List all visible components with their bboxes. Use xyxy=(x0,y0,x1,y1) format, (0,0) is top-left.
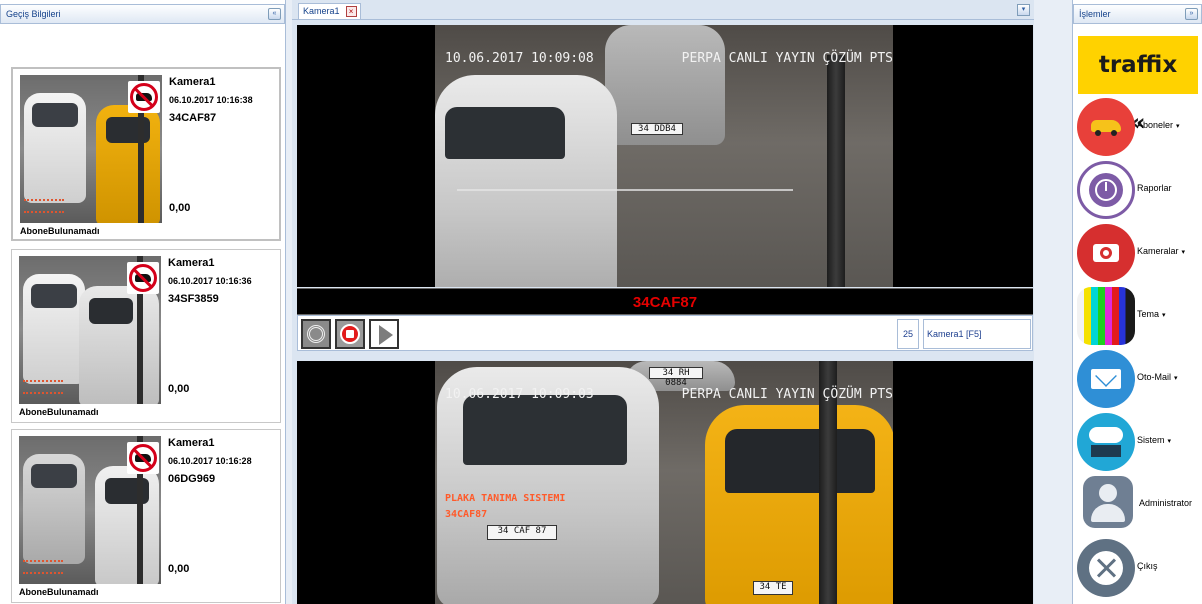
record-status: AboneBulunamadı xyxy=(19,407,99,417)
passage-record[interactable]: Kamera1 06.10.2017 10:16:36 34SF3859 0,0… xyxy=(11,249,281,423)
record-plate: 34SF3859 xyxy=(168,293,219,305)
menu-label: Aboneler xyxy=(1137,120,1174,130)
car-icon xyxy=(1077,98,1135,156)
record-camera: Kamera1 xyxy=(168,257,215,269)
camera-label-display: Kamera1 [F5] xyxy=(923,319,1031,349)
chevron-down-icon: ▾ xyxy=(1167,438,1172,445)
plate-yellow-bottom: 34 TE xyxy=(753,581,793,595)
chevron-down-icon: ▾ xyxy=(1181,249,1186,256)
camera-view-area: Kamera1 × ▾ 34 DDB4 10.06.2017 10:09:08 … xyxy=(292,0,1034,604)
menu-label: Sistem xyxy=(1137,435,1165,445)
record-datetime: 06.10.2017 10:16:36 xyxy=(168,276,252,286)
live-video-feed[interactable]: 34 DDB4 10.06.2017 10:09:08 PERPA CANLI … xyxy=(297,25,1033,287)
menu-label: Çıkış xyxy=(1137,561,1158,571)
record-amount: 0,00 xyxy=(169,202,191,214)
plate-readout: 34CAF87 xyxy=(632,294,698,311)
no-entry-sign-icon xyxy=(128,81,160,113)
menu-label: Tema xyxy=(1137,309,1160,319)
vehicle-thumbnail xyxy=(19,436,161,584)
tab-kamera1[interactable]: Kamera1 × xyxy=(298,3,361,19)
no-entry-sign-icon xyxy=(127,442,159,474)
capture-video-feed[interactable]: 34 RH 0884 34 CAF 87 34 TE PLAKA TANIMA … xyxy=(297,361,1033,604)
traffix-logo: traffix « xyxy=(1078,36,1198,136)
overlay-line1: PLAKA TANIMA SISTEMI xyxy=(445,493,566,504)
tab-close-icon[interactable]: × xyxy=(345,6,357,17)
close-icon xyxy=(1077,539,1135,597)
mail-icon xyxy=(1077,350,1135,408)
plate-back-bottom: 34 RH 0884 xyxy=(649,367,703,388)
record-camera: Kamera1 xyxy=(169,76,216,88)
menu-administrator[interactable]: Administrator xyxy=(1077,476,1202,534)
passage-record[interactable]: Kamera1 06.10.2017 10:16:28 06DG969 0,00… xyxy=(11,429,281,603)
menu-label: Kameralar xyxy=(1137,246,1179,256)
vehicle-thumbnail xyxy=(19,256,161,404)
record-camera: Kamera1 xyxy=(168,437,215,449)
settings-button[interactable] xyxy=(301,319,331,349)
vehicle-thumbnail xyxy=(20,75,162,223)
menu-raporlar[interactable]: Raporlar xyxy=(1077,161,1202,219)
record-button[interactable] xyxy=(335,319,365,349)
record-datetime: 06.10.2017 10:16:38 xyxy=(169,95,253,105)
record-plate: 34CAF87 xyxy=(169,112,217,124)
chevron-down-icon: ▾ xyxy=(1176,123,1180,130)
gear-icon xyxy=(307,325,325,343)
menu-label: Administrator xyxy=(1139,498,1193,508)
tab-label: Kamera1 xyxy=(303,6,340,16)
menu-aboneler[interactable]: Aboneler ▾ xyxy=(1077,98,1202,156)
record-status: AboneBulunamadı xyxy=(20,226,100,236)
passage-info-title: Geçiş Bilgileri xyxy=(6,9,61,19)
chevron-down-icon: ▾ xyxy=(1174,375,1178,382)
color-bars-icon xyxy=(1077,287,1135,345)
video-date-bottom: 10.06.2017 10:09:03 xyxy=(445,387,594,402)
history-icon xyxy=(1077,161,1135,219)
record-icon xyxy=(340,324,360,344)
plate-front-bottom: 34 CAF 87 xyxy=(487,525,557,540)
operations-panel: İşlemler » traffix« Aboneler▾ Raporlar xyxy=(1072,0,1202,604)
record-status: AboneBulunamadı xyxy=(19,587,99,597)
passage-info-header: Geçiş Bilgileri « xyxy=(0,4,285,24)
record-plate: 06DG969 xyxy=(168,473,216,485)
fps-display: 25 xyxy=(897,319,919,349)
video-date-top: 10.06.2017 10:09:08 xyxy=(445,51,594,66)
menu-oto-mail[interactable]: Oto-Mail ▾ xyxy=(1077,350,1202,408)
overlay-line2: 34CAF87 xyxy=(445,509,488,520)
operations-header: İşlemler » xyxy=(1073,4,1202,24)
camera-icon xyxy=(1077,224,1135,282)
record-amount: 0,00 xyxy=(168,383,190,395)
menu-cikis[interactable]: Çıkış xyxy=(1077,539,1202,597)
operations-title: İşlemler xyxy=(1079,9,1111,19)
record-datetime: 06.10.2017 10:16:28 xyxy=(168,456,252,466)
app-window: Geçiş Bilgileri « Kamera1 06.10.2017 10:… xyxy=(0,0,1202,604)
video-title-bottom: PERPA CANLI YAYIN ÇÖZÜM PTS xyxy=(681,387,893,402)
chevron-down-icon: ▾ xyxy=(1162,312,1166,319)
tab-menu-icon[interactable]: ▾ xyxy=(1017,4,1030,16)
video-controls: 25 Kamera1 [F5] xyxy=(297,315,1033,351)
menu-label: Raporlar xyxy=(1137,183,1172,193)
video-title-top: PERPA CANLI YAYIN ÇÖZÜM PTS xyxy=(681,51,893,66)
user-icon xyxy=(1083,476,1133,528)
passage-info-panel: Geçiş Bilgileri « Kamera1 06.10.2017 10:… xyxy=(0,0,286,604)
record-amount: 0,00 xyxy=(168,563,190,575)
plate-readout-bar: 34CAF87 xyxy=(297,288,1033,315)
menu-tema[interactable]: Tema ▾ xyxy=(1077,287,1202,345)
collapse-icon[interactable]: « xyxy=(268,8,281,20)
plate-back-top: 34 DDB4 xyxy=(631,123,683,135)
menu-label: Oto-Mail xyxy=(1137,372,1172,382)
passage-record[interactable]: Kamera1 06.10.2017 10:16:38 34CAF87 0,00… xyxy=(11,67,281,241)
menu-sistem[interactable]: Sistem ▾ xyxy=(1077,413,1202,471)
no-entry-sign-icon xyxy=(127,262,159,294)
logo-text: traffix xyxy=(1098,52,1178,78)
collapse-icon[interactable]: » xyxy=(1185,8,1198,20)
play-button[interactable] xyxy=(369,319,399,349)
play-icon xyxy=(379,325,393,345)
menu-kameralar[interactable]: Kameralar ▾ xyxy=(1077,224,1202,282)
cloud-server-icon xyxy=(1077,413,1135,471)
